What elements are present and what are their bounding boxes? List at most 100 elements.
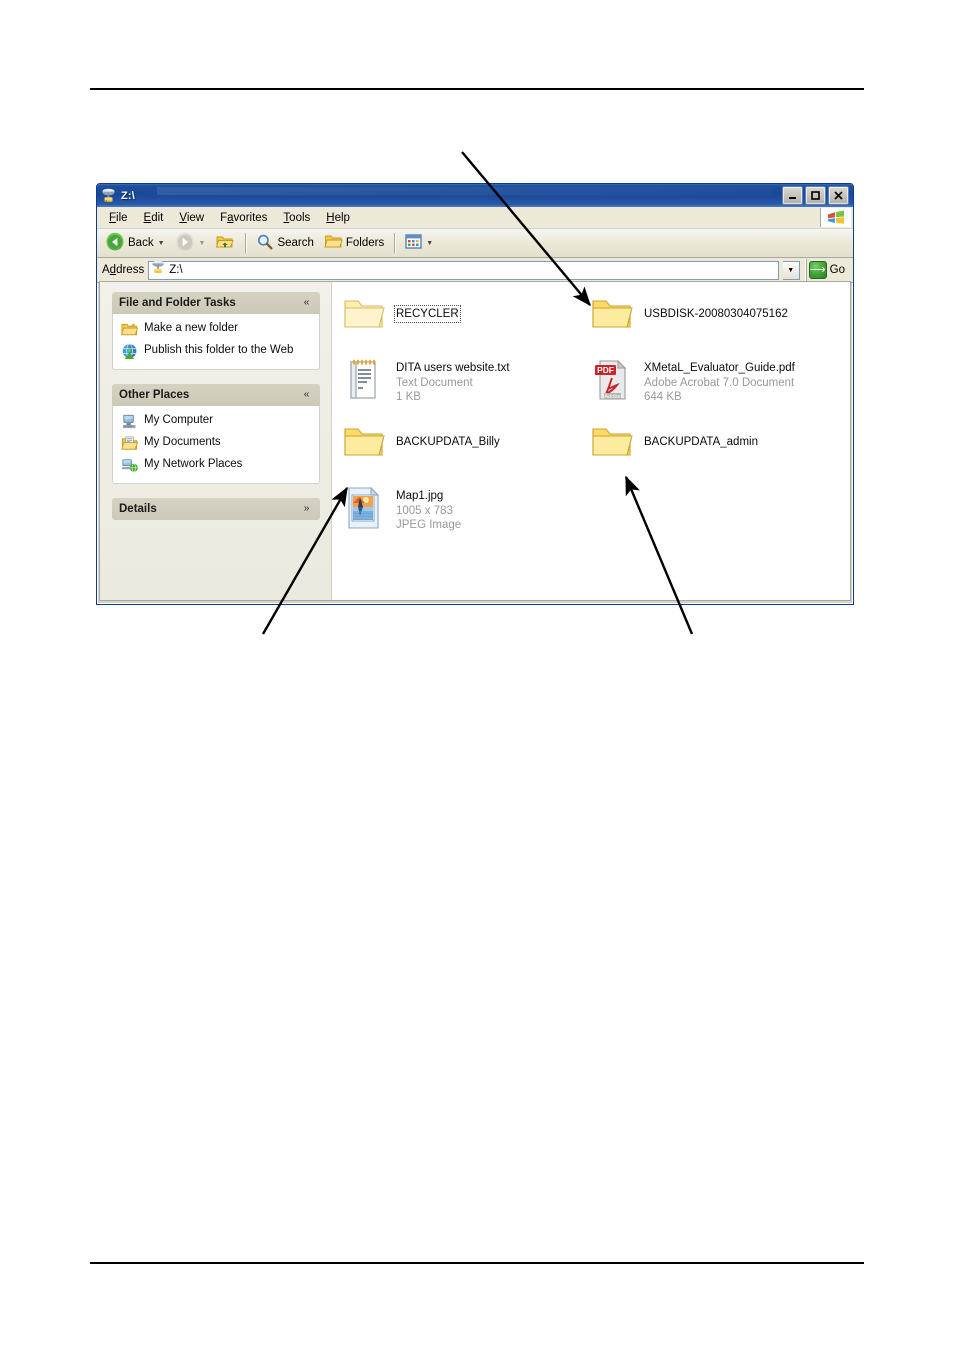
views-button[interactable]: ▼	[401, 232, 437, 254]
explorer-window: Z:\ File Edit View Favorites Tools Help	[96, 183, 854, 605]
chevron-down-icon[interactable]: »	[300, 503, 313, 516]
go-button[interactable]: ⟶ Go	[805, 259, 851, 281]
page-header-rule	[90, 88, 864, 90]
svg-text:PDF: PDF	[597, 365, 614, 375]
menu-item-help[interactable]: Help	[318, 210, 358, 226]
address-input[interactable]: Z:\	[148, 260, 779, 280]
folder-icon	[590, 294, 634, 332]
minimize-button[interactable]	[782, 186, 803, 205]
svg-text:Adobe: Adobe	[604, 394, 620, 400]
menu-item-tools[interactable]: Tools	[275, 210, 318, 226]
file-meta-size: 1 KB	[396, 391, 421, 403]
title-bar[interactable]: Z:\	[97, 184, 853, 207]
sidebar-item-label: My Network Places	[144, 458, 243, 470]
menu-item-file[interactable]: File	[101, 210, 136, 226]
sidebar-item-label: Publish this folder to the Web	[144, 344, 294, 356]
file-grid: RECYCLER USBDISK-20080304075162 DITA use…	[340, 292, 850, 534]
file-text: Map1.jpg 1005 x 783 JPEG Image	[396, 484, 461, 532]
folders-button[interactable]: Folders	[320, 231, 388, 255]
chevron-up-icon[interactable]: «	[300, 389, 313, 402]
chevron-up-icon[interactable]: «	[300, 297, 313, 310]
menu-item-edit[interactable]: Edit	[136, 210, 172, 226]
my-documents-icon	[121, 435, 139, 452]
file-text: USBDISK-20080304075162	[644, 294, 788, 322]
menu-bar: File Edit View Favorites Tools Help	[97, 207, 853, 229]
windows-flag-icon	[820, 208, 851, 227]
address-dropdown-icon[interactable]: ▼	[782, 260, 800, 280]
toolbar-separator-1	[245, 233, 247, 253]
forward-dropdown-icon: ▼	[198, 239, 206, 247]
sidebar-item-my-network-places[interactable]: My Network Places	[121, 457, 311, 474]
file-item-backupdata-admin[interactable]: BACKUPDATA_admin	[588, 420, 836, 468]
folder-icon	[342, 294, 386, 332]
window-controls	[782, 186, 851, 205]
file-list-pane: RECYCLER USBDISK-20080304075162 DITA use…	[332, 282, 850, 600]
close-button[interactable]	[828, 186, 849, 205]
panel-title: Other Places	[119, 389, 190, 401]
file-item-map1-jpg[interactable]: Map1.jpg 1005 x 783 JPEG Image	[340, 482, 588, 534]
search-button[interactable]: Search	[252, 231, 317, 256]
file-name: USBDISK-20080304075162	[644, 308, 788, 320]
sidebar-item-my-computer[interactable]: My Computer	[121, 413, 311, 430]
file-item-backupdata-billy[interactable]: BACKUPDATA_Billy	[340, 420, 588, 468]
file-item-dita-users-website-txt[interactable]: DITA users website.txt Text Document 1 K…	[340, 354, 588, 406]
file-meta-dimensions: 1005 x 783	[396, 505, 453, 517]
sidebar-item-publish-this-folder-to-the-web[interactable]: Publish this folder to the Web	[121, 343, 311, 360]
file-meta-type: Adobe Acrobat 7.0 Document	[644, 377, 795, 389]
up-button[interactable]	[211, 230, 239, 256]
new-folder-icon	[121, 321, 139, 338]
toolbar-separator-2	[394, 233, 396, 253]
back-dropdown-icon[interactable]: ▼	[158, 240, 165, 247]
folder-icon	[590, 422, 634, 460]
text-document-icon	[342, 356, 386, 402]
file-text: BACKUPDATA_admin	[644, 422, 758, 450]
sidebar-item-label: Make a new folder	[144, 322, 238, 334]
go-label: Go	[829, 264, 845, 276]
toolbar: Back ▼ ▼ Search Folders ▼	[97, 229, 853, 258]
my-network-places-icon	[121, 457, 138, 474]
folders-icon	[324, 233, 343, 253]
file-item-recycler[interactable]: RECYCLER	[340, 292, 588, 340]
sidebar-item-make-a-new-folder[interactable]: Make a new folder	[121, 321, 311, 338]
views-dropdown-icon[interactable]: ▼	[426, 240, 433, 247]
file-item-usbdisk[interactable]: USBDISK-20080304075162	[588, 292, 836, 340]
jpeg-image-icon	[342, 484, 386, 530]
address-label: Address	[102, 264, 145, 276]
file-name: BACKUPDATA_admin	[644, 436, 758, 448]
file-name: XMetaL_Evaluator_Guide.pdf	[644, 362, 795, 374]
panel-other-places: Other Places « My Computer My Documents …	[112, 384, 320, 484]
menu-item-view[interactable]: View	[171, 210, 212, 226]
address-bar: Address Z:\ ▼ ⟶ Go	[97, 258, 853, 283]
menu-item-favorites[interactable]: Favorites	[212, 210, 275, 226]
address-drive-icon	[151, 260, 166, 280]
search-label: Search	[277, 237, 314, 249]
maximize-button[interactable]	[805, 186, 826, 205]
forward-arrow-icon	[175, 232, 195, 255]
file-item-xmetal-evaluator-guide-pdf[interactable]: PDF Adobe XMetaL_Evaluator_Guide.pdf Ado…	[588, 354, 836, 406]
folder-icon	[342, 422, 386, 460]
file-meta-size: 644 KB	[644, 391, 682, 403]
go-arrow-icon: ⟶	[808, 261, 827, 279]
sidebar-item-label: My Computer	[144, 414, 214, 426]
up-folder-icon	[215, 232, 235, 254]
back-label: Back	[128, 237, 154, 249]
file-text: XMetaL_Evaluator_Guide.pdf Adobe Acrobat…	[644, 356, 795, 404]
panel-header-details[interactable]: Details »	[112, 498, 320, 520]
back-button[interactable]: Back ▼	[101, 230, 169, 257]
panel-body-file-and-folder-tasks: Make a new folder Publish this folder to…	[112, 314, 320, 370]
panel-file-and-folder-tasks: File and Folder Tasks « Make a new folde…	[112, 292, 320, 370]
panel-details: Details »	[112, 498, 320, 520]
pdf-document-icon: PDF Adobe	[590, 356, 634, 402]
panel-header-file-and-folder-tasks[interactable]: File and Folder Tasks «	[112, 292, 320, 314]
network-drive-icon	[101, 188, 117, 204]
sidebar-item-my-documents[interactable]: My Documents	[121, 435, 311, 452]
back-arrow-icon	[105, 232, 125, 255]
file-name: DITA users website.txt	[396, 362, 510, 374]
search-icon	[256, 233, 274, 254]
publish-web-icon	[121, 343, 138, 360]
panel-title: File and Folder Tasks	[119, 297, 236, 309]
panel-header-other-places[interactable]: Other Places «	[112, 384, 320, 406]
task-pane-sidebar: File and Folder Tasks « Make a new folde…	[100, 282, 332, 600]
folders-label: Folders	[345, 237, 385, 249]
file-name: Map1.jpg	[396, 490, 444, 502]
